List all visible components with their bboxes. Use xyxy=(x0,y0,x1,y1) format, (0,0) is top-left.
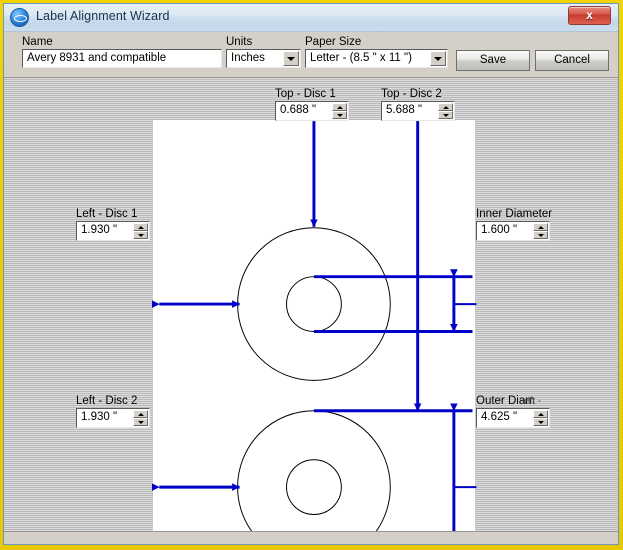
spin-down-icon[interactable] xyxy=(438,111,453,119)
top-disc-2-field-group: Top - Disc 2 5.688 " xyxy=(381,88,455,121)
inner-diameter-spin-buttons[interactable] xyxy=(533,223,548,239)
inner-diameter-stepper[interactable]: 1.600 " xyxy=(476,221,550,241)
dialog-inner: Label Alignment Wizard x Name Avery 8931… xyxy=(3,3,619,545)
top-disc-2-spin-buttons[interactable] xyxy=(438,103,453,119)
paper-sheet xyxy=(153,120,475,531)
status-bar xyxy=(4,531,618,538)
top-disc-2-stepper[interactable]: 5.688 " xyxy=(381,101,455,121)
left-disc-2-stepper[interactable]: 1.930 " xyxy=(76,408,150,428)
spin-down-icon[interactable] xyxy=(533,418,548,426)
toolbar: Name Avery 8931 and compatible Units Inc… xyxy=(4,32,618,78)
name-field-group: Name Avery 8931 and compatible xyxy=(22,36,222,68)
left-disc-1-label: Left - Disc 1 xyxy=(76,208,138,220)
spin-down-icon[interactable] xyxy=(332,111,347,119)
top-disc-1-stepper[interactable]: 0.688 " xyxy=(275,101,349,121)
spin-up-icon[interactable] xyxy=(133,410,148,418)
preview-canvas: www.heritagechristiancollege.com xyxy=(4,78,618,538)
spin-up-icon[interactable] xyxy=(533,410,548,418)
titlebar: Label Alignment Wizard x xyxy=(4,4,618,32)
left-disc-1-stepper[interactable]: 1.930 " xyxy=(76,221,150,241)
spin-up-icon[interactable] xyxy=(438,103,453,111)
left-disc-1-spin-buttons[interactable] xyxy=(133,223,148,239)
units-label: Units xyxy=(226,36,253,48)
spin-down-icon[interactable] xyxy=(533,231,548,239)
units-select[interactable]: Inches xyxy=(226,49,301,68)
top-disc-1-label: Top - Disc 1 xyxy=(275,88,336,100)
paper-size-field-group: Paper Size Letter - (8.5 " x 11 ") xyxy=(305,36,448,68)
left-disc-2-field-group: Left - Disc 2 1.930 " xyxy=(76,395,150,428)
window-title: Label Alignment Wizard xyxy=(36,9,170,23)
close-button[interactable]: x xyxy=(568,6,611,25)
left-disc-1-field-group: Left - Disc 1 1.930 " xyxy=(76,208,150,241)
paper-size-select[interactable]: Letter - (8.5 " x 11 ") xyxy=(305,49,448,68)
top-disc-2-label: Top - Disc 2 xyxy=(381,88,442,100)
save-button[interactable]: Save xyxy=(456,50,530,71)
units-field-group: Units Inches xyxy=(226,36,301,68)
chevron-down-icon[interactable] xyxy=(283,51,299,66)
spin-up-icon[interactable] xyxy=(332,103,347,111)
top-disc-1-spin-buttons[interactable] xyxy=(332,103,347,119)
outer-diameter-spin-buttons[interactable] xyxy=(533,410,548,426)
spin-down-icon[interactable] xyxy=(133,418,148,426)
dialog-window: Label Alignment Wizard x Name Avery 8931… xyxy=(0,0,623,550)
inner-diameter-label: Inner Diameter xyxy=(476,208,553,220)
spin-up-icon[interactable] xyxy=(533,223,548,231)
disc-icon xyxy=(10,8,29,27)
left-disc-2-spin-buttons[interactable] xyxy=(133,410,148,426)
spin-down-icon[interactable] xyxy=(133,231,148,239)
cancel-button[interactable]: Cancel xyxy=(535,50,609,71)
top-disc-1-field-group: Top - Disc 1 0.688 " xyxy=(275,88,349,121)
name-input[interactable]: Avery 8931 and compatible xyxy=(22,49,222,68)
paper-size-value: Letter - (8.5 " x 11 ") xyxy=(310,52,412,64)
spin-up-icon[interactable] xyxy=(133,223,148,231)
inner-diameter-field-group: Inner Diameter 1.600 " xyxy=(476,208,552,241)
outer-diameter-stepper[interactable]: 4.625 " xyxy=(476,408,550,428)
chevron-down-icon[interactable] xyxy=(430,51,446,66)
outer-diameter-label-artifact: eft - xyxy=(524,396,542,407)
left-disc-2-label: Left - Disc 2 xyxy=(76,395,138,407)
outer-diameter-field-group: Outer Diam eft - 4.625 " xyxy=(476,395,550,428)
paper-size-label: Paper Size xyxy=(305,36,362,48)
name-label: Name xyxy=(22,36,53,48)
